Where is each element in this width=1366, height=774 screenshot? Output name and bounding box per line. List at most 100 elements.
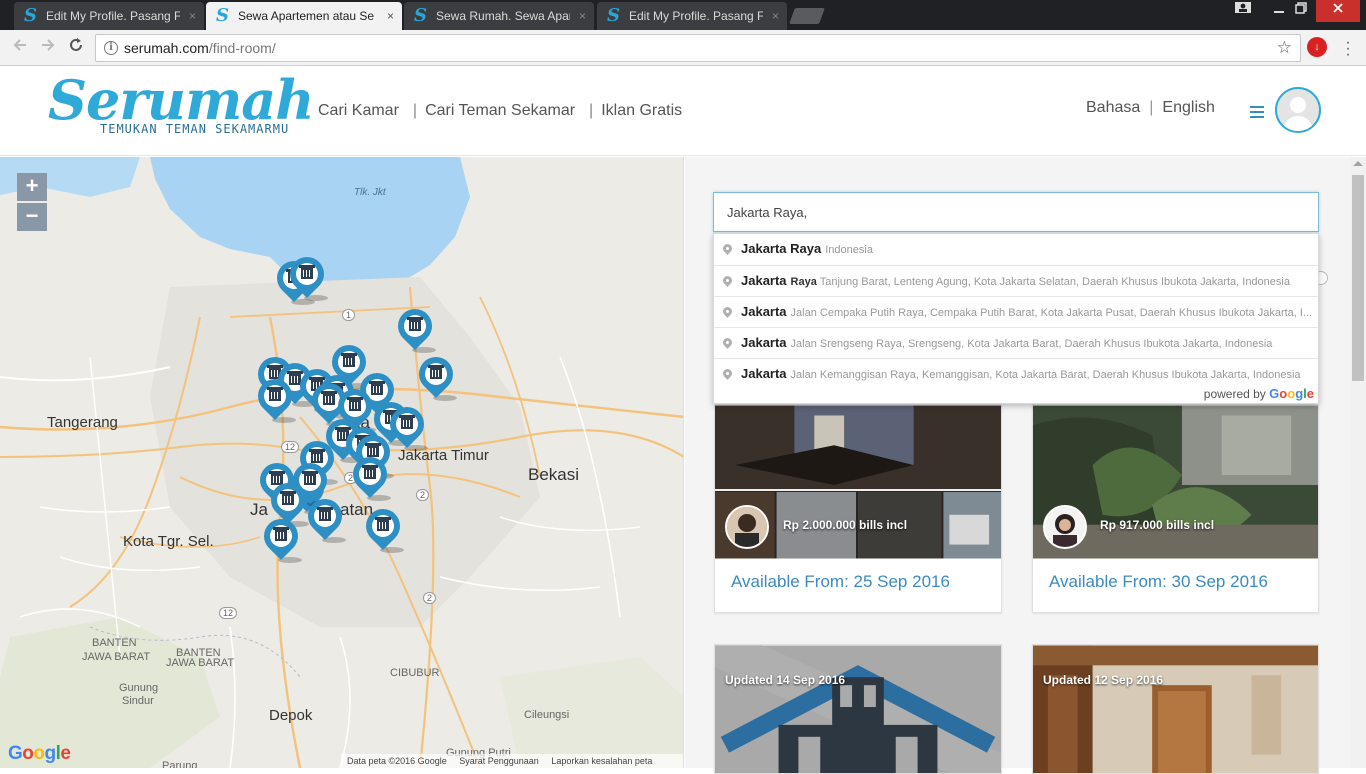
tab-title: Edit My Profile. Pasang F — [629, 9, 763, 23]
language-separator: | — [1149, 99, 1154, 116]
extension-download-icon[interactable]: ↓ — [1307, 37, 1327, 57]
owner-avatar[interactable] — [1043, 505, 1087, 549]
building-icon — [309, 449, 325, 463]
google-brand: Google — [1269, 386, 1314, 401]
map-listing-pin-icon[interactable] — [250, 371, 300, 425]
map-zoom-out-button[interactable]: − — [17, 203, 47, 231]
restore-icon[interactable] — [1284, 0, 1318, 22]
listing-placeholder-house-icon — [715, 645, 1001, 773]
nav-cari-teman-sekamar[interactable]: Cari Teman Sekamar — [425, 102, 575, 119]
scrollbar-thumb[interactable] — [1352, 175, 1364, 381]
map-listing-pin-icon[interactable] — [345, 449, 395, 503]
browser-tab-edit-profile[interactable]: S Edit My Profile. Pasang F × — [14, 2, 204, 30]
building-icon — [267, 387, 283, 401]
building-icon — [321, 391, 337, 405]
listing-card[interactable]: Updated 12 Sep 2016 — [1032, 644, 1319, 774]
map-terms-link[interactable]: Syarat Penggunaan — [459, 756, 539, 766]
tab-close-icon[interactable]: × — [189, 2, 196, 30]
map-label-depok: Depok — [269, 707, 313, 724]
forward-arrow-icon[interactable] — [36, 36, 60, 60]
listing-available-date[interactable]: Available From: 25 Sep 2016 — [731, 572, 950, 592]
map-label-kota-tgr-sel: Kota Tgr. Sel. — [123, 533, 214, 550]
map-listing-pin-icon[interactable] — [358, 501, 408, 555]
reload-icon[interactable] — [64, 36, 88, 60]
browser-tab-sewa-rumah[interactable]: S Sewa Rumah. Sewa Apar × — [404, 2, 594, 30]
browser-tab-edit-profile-2[interactable]: S Edit My Profile. Pasang F × — [597, 2, 787, 30]
google-map-logo: Google — [8, 743, 71, 764]
location-pin-icon — [721, 336, 734, 349]
suggestion-secondary-text: Cempaka Putih Barat, Kota Jakarta Pusat,… — [929, 307, 1313, 319]
autocomplete-suggestion[interactable]: Jakarta Raya Tanjung Barat, Lenteng Agung… — [714, 265, 1318, 296]
tab-close-icon[interactable]: × — [387, 2, 394, 30]
owner-avatar[interactable] — [725, 505, 769, 549]
window-close-icon[interactable] — [1316, 0, 1360, 22]
map-label-bekasi: Bekasi — [528, 465, 580, 484]
map-listing-pin-icon[interactable] — [300, 491, 350, 545]
building-icon — [341, 353, 357, 367]
listing-available-date[interactable]: Available From: 30 Sep 2016 — [1049, 572, 1268, 592]
browser-menu-icon[interactable]: · · · — [1340, 35, 1356, 63]
road-shield: 2 — [416, 489, 430, 501]
main-nav: Cari Kamar | Cari Teman Sekamar | Iklan Grat… — [318, 102, 682, 120]
panel-scrollbar[interactable] — [1350, 157, 1366, 768]
profile-switch-icon[interactable] — [1226, 0, 1260, 22]
listing-price: Rp 917.000 bills incl — [1100, 518, 1215, 532]
site-header: Serumah TEMUKAN TEMAN SEKAMARMU Cari Kam… — [0, 66, 1366, 156]
suggestion-main-text: Jakarta — [741, 273, 787, 288]
autocomplete-dropdown: Jakarta Raya Indonesia Jakarta Raya Tanjun… — [713, 233, 1319, 404]
map-report-error-link[interactable]: Laporkan kesalahan peta — [551, 756, 652, 766]
listing-map[interactable]: + − Tlk. Jkt Tangerang Jakarta Timur Bek… — [0, 157, 684, 768]
suggestion-secondary-text: Tanjung Barat, Lenteng Agung, Kota Jakar… — [819, 276, 1290, 288]
listing-card[interactable]: Updated 14 Sep 2016 — [714, 644, 1002, 774]
serumah-favicon-icon: S — [216, 5, 229, 26]
suggestion-mid-text: Raya — [790, 276, 817, 288]
map-listing-pin-icon[interactable] — [282, 249, 332, 303]
language-value[interactable]: English — [1162, 99, 1214, 116]
hamburger-menu-icon[interactable] — [1250, 106, 1264, 118]
back-arrow-icon[interactable] — [8, 36, 32, 60]
listing-photo — [1033, 645, 1318, 773]
building-icon — [317, 507, 333, 521]
serumah-logo[interactable]: Serumah TEMUKAN TEMAN SEKAMARMU — [48, 68, 314, 146]
building-icon — [375, 517, 391, 531]
road-shield: 12 — [219, 607, 238, 619]
map-zoom-in-button[interactable]: + — [17, 173, 47, 201]
bookmark-star-icon[interactable]: ☆ — [1277, 37, 1292, 59]
browser-tab-sewa-apartemen[interactable]: S Sewa Apartemen atau Se × — [206, 2, 402, 30]
map-listing-pin-icon[interactable] — [382, 399, 432, 453]
powered-by-text: powered by — [1203, 387, 1266, 401]
tab-close-icon[interactable]: × — [772, 2, 779, 30]
site-info-icon[interactable]: i — [104, 41, 118, 55]
map-label-gunung-sindur-1: Gunung — [119, 682, 159, 694]
listing-card[interactable]: Rp 2.000.000 bills incl Available From: … — [714, 404, 1002, 613]
map-listing-pin-icon[interactable] — [411, 349, 461, 403]
location-pin-icon — [721, 274, 734, 287]
language-selector[interactable]: Bahasa | English — [1086, 99, 1215, 117]
building-icon — [399, 415, 415, 429]
tab-close-icon[interactable]: × — [579, 2, 586, 30]
building-icon — [302, 471, 318, 485]
map-label-cibubur: CIBUBUR — [390, 667, 440, 679]
autocomplete-suggestion[interactable]: Jakarta Jalan Cempaka Putih Raya, Cempaka… — [714, 296, 1318, 327]
new-tab-button[interactable] — [789, 8, 825, 24]
road-shield: 2 — [423, 592, 437, 604]
location-search-input[interactable] — [713, 192, 1319, 232]
autocomplete-suggestion[interactable]: Jakarta Jalan Srengseng Raya, Srengseng, … — [714, 327, 1318, 358]
map-listing-pin-icon[interactable] — [256, 511, 306, 565]
browser-toolbar: i serumah.com/find-room/ ☆ ↓ · · · — [0, 30, 1366, 66]
map-label-jawa-barat: JAWA BARAT — [82, 651, 151, 663]
listing-updated-date: Updated 14 Sep 2016 — [725, 673, 846, 687]
map-listing-pin-icon[interactable] — [390, 301, 440, 355]
scroll-up-arrow-icon[interactable] — [1353, 161, 1363, 166]
autocomplete-suggestion[interactable]: Jakarta Jalan Kemanggisan Raya, Kemanggis… — [714, 358, 1318, 389]
nav-iklan-gratis[interactable]: Iklan Gratis — [601, 102, 682, 119]
nav-cari-kamar[interactable]: Cari Kamar — [318, 102, 399, 119]
user-avatar[interactable] — [1275, 87, 1321, 133]
listing-card[interactable]: Rp 917.000 bills incl Available From: 30… — [1032, 404, 1319, 613]
building-icon — [299, 265, 315, 279]
building-icon — [407, 317, 423, 331]
address-bar[interactable]: i serumah.com/find-room/ ☆ — [95, 34, 1301, 62]
autocomplete-suggestion[interactable]: Jakarta Raya Indonesia — [714, 234, 1318, 265]
building-icon — [362, 465, 378, 479]
road-shield: 12 — [281, 441, 300, 453]
